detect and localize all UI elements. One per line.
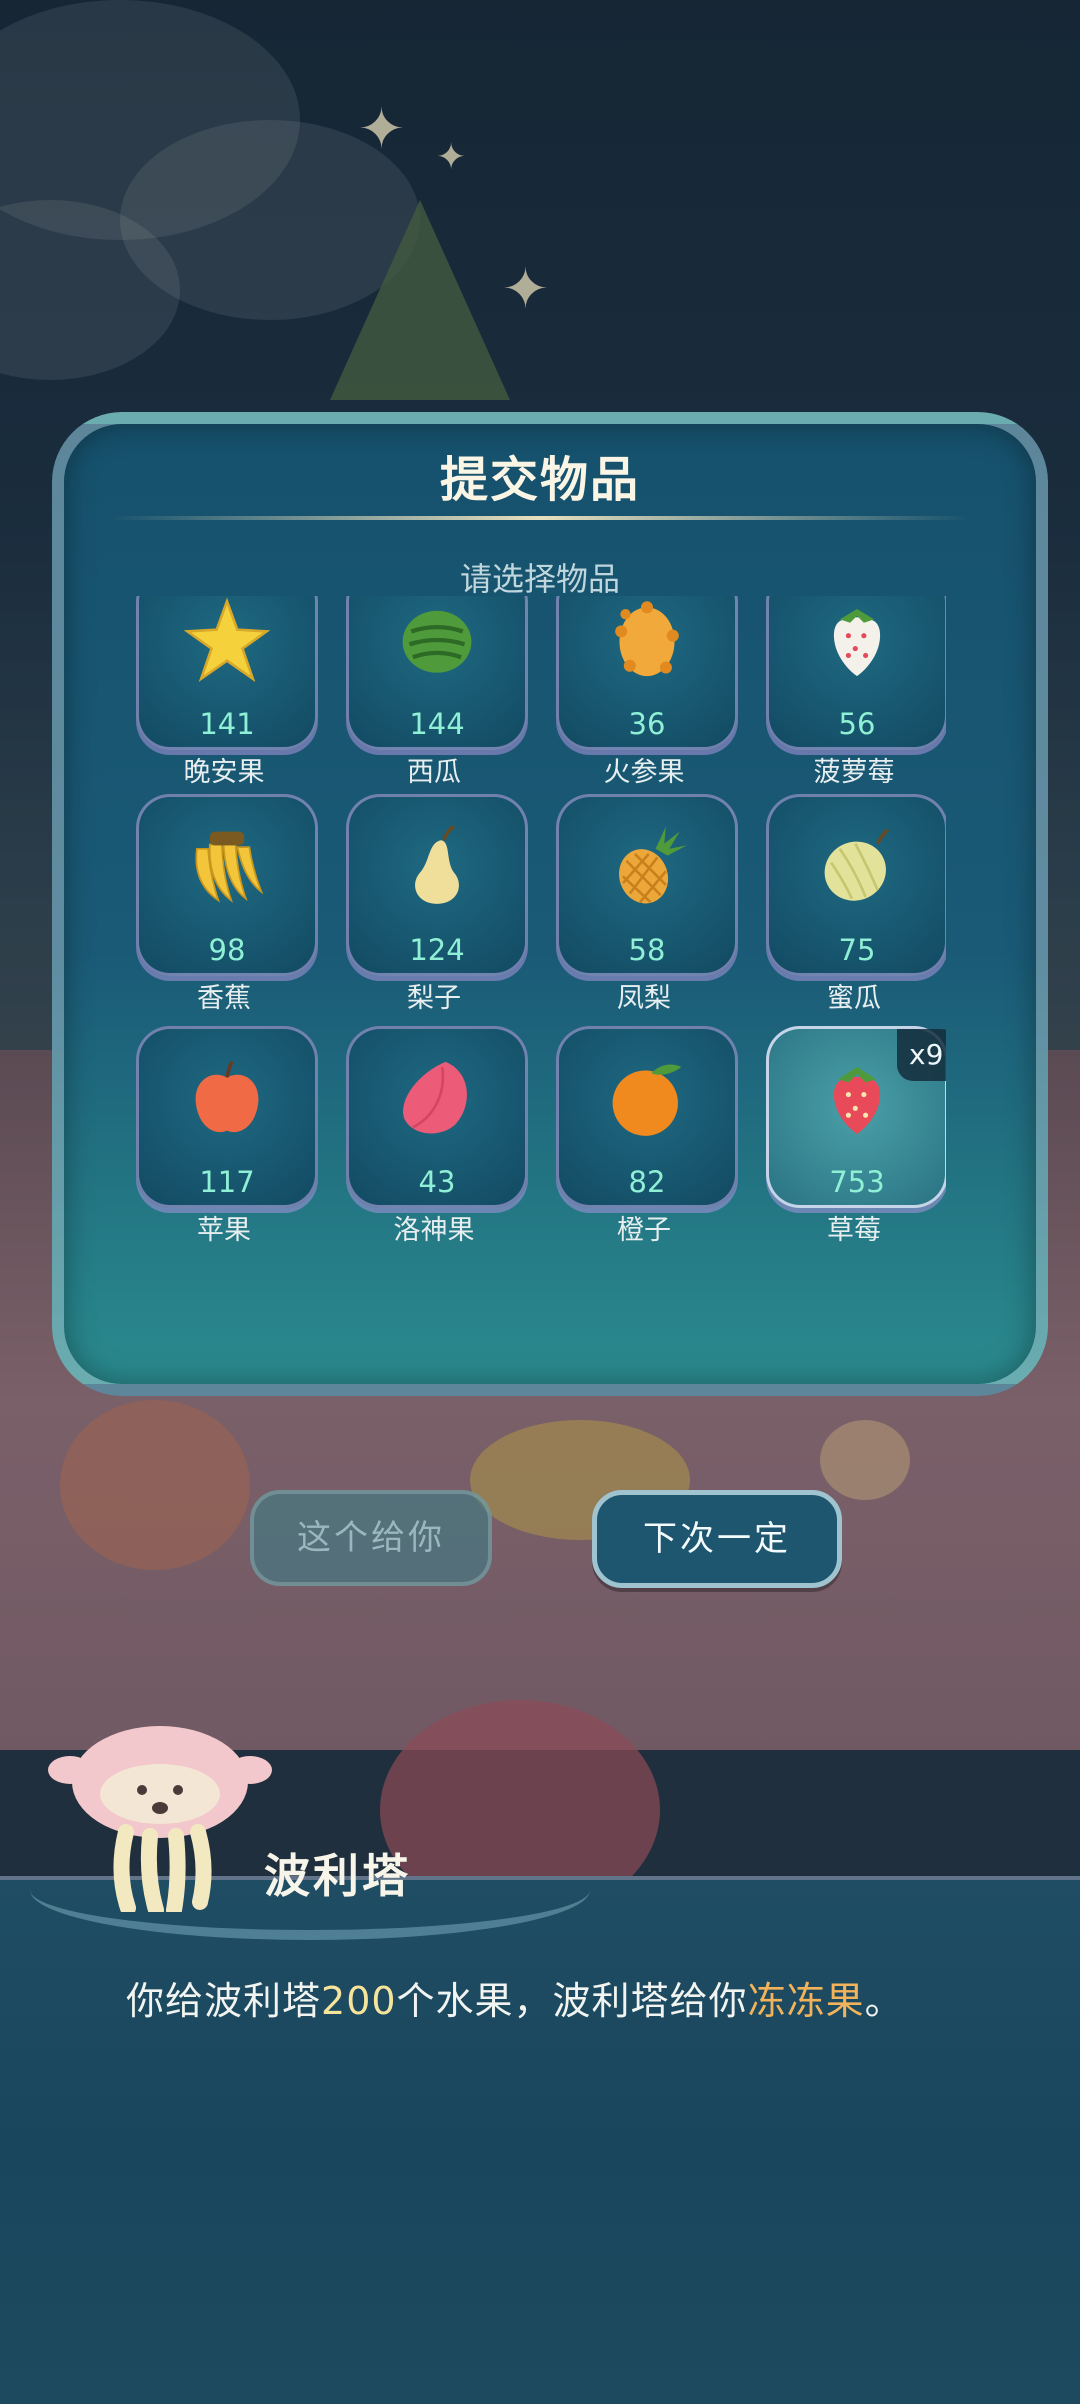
pear-icon <box>415 824 459 904</box>
item-count: 144 <box>409 707 465 741</box>
item-cell[interactable]: 56 菠萝莓 <box>766 596 946 788</box>
item-tile[interactable]: 75 <box>766 794 946 976</box>
item-tile[interactable]: 43 <box>346 1026 528 1208</box>
next-time-button[interactable]: 下次一定 <box>592 1490 842 1588</box>
dialogue-text: 你给波利塔200个水果，波利塔给你冻冻果。 <box>126 1970 1026 2025</box>
item-tile[interactable]: 56 <box>766 596 946 750</box>
dialogue-text-part: 。 <box>864 1979 904 2023</box>
pineapple-icon <box>619 826 687 904</box>
item-tile[interactable]: 98 <box>136 794 318 976</box>
item-count: 124 <box>409 933 465 967</box>
strawberry-icon <box>833 1067 881 1135</box>
item-cell[interactable]: 36 火参果 <box>556 596 738 788</box>
item-tile[interactable]: 58 <box>556 794 738 976</box>
item-name: 香蕉 <box>197 983 251 1014</box>
item-count: 753 <box>829 1165 885 1199</box>
dialog-subtitle: 请选择物品 <box>459 560 620 598</box>
fruit-count-highlight: 200 <box>321 1979 397 2023</box>
item-name: 火参果 <box>603 757 685 788</box>
item-name: 苹果 <box>197 1215 251 1246</box>
item-tile[interactable]: 36 <box>556 596 738 750</box>
item-count: 43 <box>418 1165 456 1199</box>
item-count: 141 <box>199 707 255 741</box>
item-cell[interactable]: 58 凤梨 <box>556 794 738 1014</box>
item-cell[interactable]: 141 晚安果 <box>136 596 318 788</box>
watermelon-icon <box>402 610 472 673</box>
white-strawberry-icon <box>833 609 881 677</box>
selected-quantity-badge: x91 <box>897 1029 946 1081</box>
banana-icon <box>195 831 264 903</box>
dialogue-text-part: 你给波利塔 <box>126 1979 322 2023</box>
starfruit-icon <box>184 597 270 683</box>
item-name: 洛神果 <box>393 1215 475 1246</box>
item-name: 梨子 <box>407 983 461 1014</box>
item-cell[interactable]: 75 蜜瓜 <box>766 794 946 1014</box>
honeydew-icon <box>824 828 889 901</box>
roselle-icon <box>403 1061 467 1134</box>
orange-icon <box>612 1064 682 1136</box>
item-name: 晚安果 <box>183 757 265 788</box>
item-cell[interactable]: 98 香蕉 <box>136 794 318 1014</box>
item-name: 凤梨 <box>617 983 671 1014</box>
item-count: 82 <box>628 1165 666 1199</box>
item-tile[interactable]: 124 <box>346 794 528 976</box>
item-count: 58 <box>628 933 666 967</box>
item-count: 117 <box>199 1165 255 1199</box>
item-cell[interactable]: 82 橙子 <box>556 1026 738 1246</box>
item-count: 75 <box>838 933 876 967</box>
item-name: 菠萝莓 <box>813 757 895 788</box>
item-cell-selected[interactable]: 753 x91 草莓 <box>766 1026 946 1246</box>
give-item-button[interactable]: 这个给你 <box>250 1490 492 1586</box>
item-tile[interactable]: 753 x91 <box>766 1026 946 1208</box>
dialogue-text-part: 个水果，波利塔给你 <box>396 1979 748 2023</box>
apple-icon <box>195 1060 259 1133</box>
item-tile[interactable]: 141 <box>136 596 318 750</box>
dialog-title: 提交物品 <box>439 452 640 508</box>
item-name: 橙子 <box>617 1215 671 1246</box>
item-cell[interactable]: 144 西瓜 <box>346 596 528 788</box>
speaker-name: 波利塔 <box>264 1849 411 1903</box>
item-count: 56 <box>838 707 876 741</box>
item-count: 98 <box>208 933 246 967</box>
item-cell[interactable]: 117 苹果 <box>136 1026 318 1246</box>
item-cell[interactable]: 124 梨子 <box>346 794 528 1014</box>
item-name: 草莓 <box>827 1215 881 1246</box>
item-count: 36 <box>628 707 666 741</box>
horned-melon-icon <box>615 601 679 677</box>
title-divider <box>110 516 970 520</box>
reward-item-highlight: 冻冻果 <box>747 1979 865 2023</box>
item-tile[interactable]: 117 <box>136 1026 318 1208</box>
jellyfish-npc-avatar <box>48 1726 272 1912</box>
dialogue-panel <box>0 1876 1080 2404</box>
item-grid: 141 晚安果 144 西瓜 36 火参果 56 菠萝莓 98 香蕉 124 梨… <box>136 596 946 1246</box>
item-tile[interactable]: 144 <box>346 596 528 750</box>
item-cell[interactable]: 43 洛神果 <box>346 1026 528 1246</box>
item-name: 西瓜 <box>407 757 461 788</box>
item-tile[interactable]: 82 <box>556 1026 738 1208</box>
item-name: 蜜瓜 <box>827 983 881 1014</box>
